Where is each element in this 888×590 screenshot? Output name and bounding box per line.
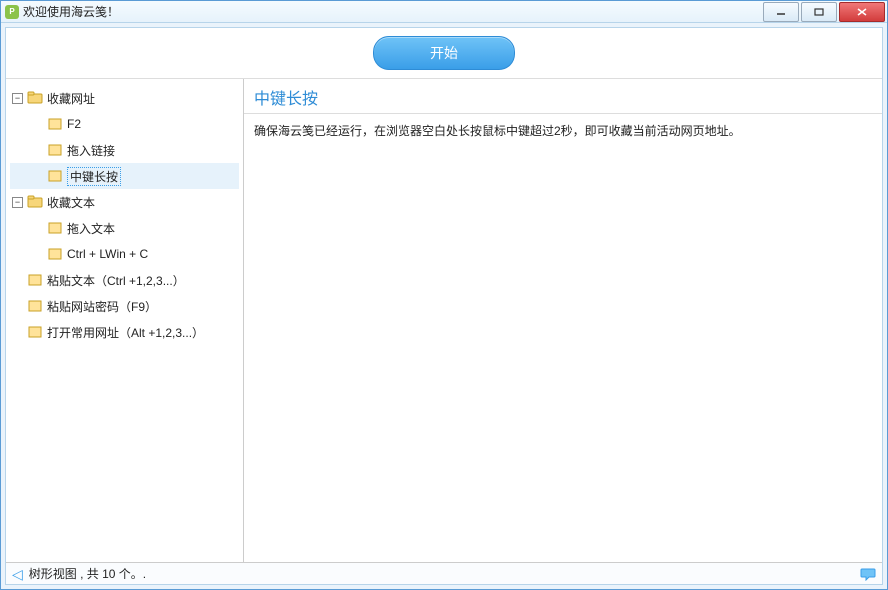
folder-open-icon [27,91,43,105]
tree-label: 中键长按 [67,167,121,186]
content-title: 中键长按 [244,79,882,114]
tree-item-zhongjian-changan[interactable]: 中键长按 [10,163,239,189]
folder-open-icon [27,195,43,209]
back-arrow-icon[interactable]: ◁ [12,567,23,581]
minimize-button[interactable] [763,2,799,22]
speech-bubble-icon[interactable] [860,567,876,581]
item-icon [47,247,63,261]
top-toolbar: 开始 [6,28,882,78]
titlebar-left: P 欢迎使用海云笺！ [5,3,119,20]
tree-label: Ctrl + LWin + C [67,247,148,261]
tree-folder-shoucang-wangzhi[interactable]: − 收藏网址 [10,85,239,111]
item-icon [47,143,63,157]
tree: − 收藏网址 [10,85,239,345]
client-area: 开始 − 收藏网址 [5,27,883,585]
tree-label: 拖入文本 [67,220,115,237]
tree-label: F2 [67,117,81,131]
statusbar: ◁ 树形视图 , 共 10 个。. [6,562,882,584]
spacer [32,145,43,156]
spacer [32,171,43,182]
tree-folder-shoucang-wenben[interactable]: − 收藏文本 [10,189,239,215]
tree-item-niantie-wenben[interactable]: 粘贴文本（Ctrl +1,2,3...） [10,267,239,293]
tree-item-tuoru-wenben[interactable]: 拖入文本 [10,215,239,241]
close-button[interactable] [839,2,885,22]
item-icon [47,117,63,131]
item-icon [27,325,43,339]
tree-label: 打开常用网址（Alt +1,2,3...） [47,324,204,341]
tree-label: 粘贴文本（Ctrl +1,2,3...） [47,272,185,289]
main-area: − 收藏网址 [6,78,882,562]
tree-label: 粘贴网站密码（F9） [47,298,157,315]
item-icon [27,273,43,287]
item-icon [27,299,43,313]
maximize-button[interactable] [801,2,837,22]
status-left: ◁ 树形视图 , 共 10 个。. [12,565,146,582]
spacer [32,249,43,260]
content-pane: 中键长按 确保海云笺已经运行，在浏览器空白处长按鼠标中键超过2秒，即可收藏当前活… [244,79,882,562]
spacer [12,301,23,312]
spacer [12,275,23,286]
app-window: P 欢迎使用海云笺！ 开始 [0,0,888,590]
content-body: 确保海云笺已经运行，在浏览器空白处长按鼠标中键超过2秒，即可收藏当前活动网页地址… [244,114,882,562]
sidebar-tree[interactable]: − 收藏网址 [6,79,244,562]
tree-item-ctrl-lwin-c[interactable]: Ctrl + LWin + C [10,241,239,267]
tree-label: 收藏文本 [47,194,95,211]
tree-item-niantie-mima[interactable]: 粘贴网站密码（F9） [10,293,239,319]
collapse-toggle-icon[interactable]: − [12,93,23,104]
tree-label: 收藏网址 [47,90,95,107]
collapse-toggle-icon[interactable]: − [12,197,23,208]
spacer [12,327,23,338]
spacer [32,223,43,234]
tree-item-f2[interactable]: F2 [10,111,239,137]
item-icon [47,169,63,183]
tree-item-tuoru-lianjie[interactable]: 拖入链接 [10,137,239,163]
spacer [32,119,43,130]
app-icon: P [5,5,19,19]
status-text: 树形视图 , 共 10 个。. [29,565,146,582]
start-button[interactable]: 开始 [373,36,515,70]
window-title: 欢迎使用海云笺！ [23,3,119,20]
tree-item-dakai-wangzhi[interactable]: 打开常用网址（Alt +1,2,3...） [10,319,239,345]
item-icon [47,221,63,235]
status-right [860,567,876,581]
window-controls [763,1,887,22]
titlebar: P 欢迎使用海云笺！ [1,1,887,23]
tree-label: 拖入链接 [67,142,115,159]
